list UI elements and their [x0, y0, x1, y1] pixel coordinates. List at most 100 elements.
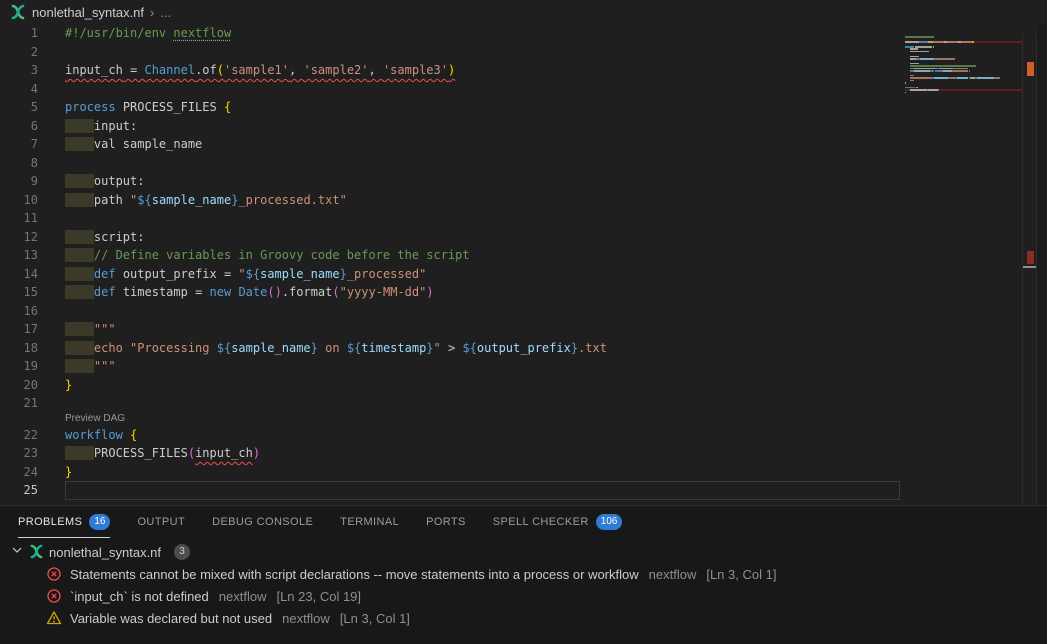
- code-line-18[interactable]: 18 echo "Processing ${sample_name} on ${…: [0, 339, 1047, 358]
- code-line-23[interactable]: 23 PROCESS_FILES(input_ch): [0, 444, 1047, 463]
- code-line-3[interactable]: 3input_ch = Channel.of('sample1', 'sampl…: [0, 61, 1047, 80]
- breadcrumb-ellipsis[interactable]: ...: [160, 5, 171, 20]
- line-number: 10: [0, 191, 38, 210]
- code-token: (: [217, 63, 224, 77]
- code-token: ${: [246, 267, 260, 281]
- code-content[interactable]: echo "Processing ${sample_name} on ${tim…: [65, 339, 607, 358]
- code-line-21[interactable]: 21: [0, 394, 1047, 413]
- tab-problems[interactable]: PROBLEMS16: [18, 506, 110, 538]
- tab-debug-console[interactable]: DEBUG CONSOLE: [212, 506, 313, 538]
- problem-message: `input_ch` is not defined: [70, 589, 209, 604]
- nextflow-icon: [29, 544, 44, 559]
- code-token: (: [188, 446, 195, 460]
- code-content[interactable]: val sample_name: [65, 135, 202, 154]
- code-token: ": [434, 341, 441, 355]
- code-line-14[interactable]: 14 def output_prefix = "${sample_name}_p…: [0, 265, 1047, 284]
- code-content[interactable]: """: [65, 320, 116, 339]
- code-token: ): [426, 285, 433, 299]
- code-content[interactable]: // Define variables in Groovy code befor…: [65, 246, 470, 265]
- code-line-24[interactable]: 24}: [0, 463, 1047, 482]
- code-token: of: [202, 63, 216, 77]
- code-content[interactable]: }: [65, 376, 72, 395]
- code-content[interactable]: """: [65, 357, 116, 376]
- code-content[interactable]: path "${sample_name}_processed.txt": [65, 191, 347, 210]
- code-line-16[interactable]: 16: [0, 302, 1047, 321]
- code-token: ${: [217, 341, 231, 355]
- code-line-17[interactable]: 17 """: [0, 320, 1047, 339]
- code-content[interactable]: input:: [65, 117, 137, 136]
- code-token: (: [267, 285, 274, 299]
- tab-terminal[interactable]: TERMINAL: [340, 506, 399, 538]
- file-label: nonlethal_syntax.nf: [49, 545, 161, 560]
- code-token: _processed.txt": [238, 193, 346, 207]
- overview-ruler[interactable]: [1023, 24, 1037, 505]
- code-line-7[interactable]: 7 val sample_name: [0, 135, 1047, 154]
- code-line-15[interactable]: 15 def timestamp = new Date().format("yy…: [0, 283, 1047, 302]
- code-token: "yyyy-MM-dd": [340, 285, 427, 299]
- tab-badge: 106: [596, 514, 623, 530]
- code-line-1[interactable]: 1 #!/usr/bin/env nextflow: [0, 24, 1047, 43]
- code-token: _processed": [347, 267, 426, 281]
- code-content[interactable]: def timestamp = new Date().format("yyyy-…: [65, 283, 434, 302]
- code-token: }: [340, 267, 347, 281]
- code-content[interactable]: script:: [65, 228, 144, 247]
- code-token: def: [94, 267, 116, 281]
- indent-guide-block: [65, 137, 94, 151]
- codelens-row: Preview DAG: [0, 413, 1047, 426]
- problem-source: nextflow: [649, 567, 697, 582]
- tab-spell-checker[interactable]: SPELL CHECKER 106: [493, 506, 623, 538]
- code-line-10[interactable]: 10 path "${sample_name}_processed.txt": [0, 191, 1047, 210]
- code-line-19[interactable]: 19 """: [0, 357, 1047, 376]
- code-line-2[interactable]: 2: [0, 43, 1047, 62]
- line-number: 9: [0, 172, 38, 191]
- code-content[interactable]: output:: [65, 172, 144, 191]
- code-line-8[interactable]: 8: [0, 154, 1047, 173]
- code-token: input:: [94, 119, 137, 133]
- code-line-20[interactable]: 20}: [0, 376, 1047, 395]
- code-content[interactable]: def output_prefix = "${sample_name}_proc…: [65, 265, 426, 284]
- code-line-9[interactable]: 9 output:: [0, 172, 1047, 191]
- code-line-22[interactable]: 22workflow {: [0, 426, 1047, 445]
- code-token: PROCESS_FILES: [123, 100, 217, 114]
- indent-guide-block: [65, 322, 94, 336]
- problem-location: [Ln 23, Col 19]: [276, 589, 361, 604]
- code-line-25[interactable]: 25: [0, 481, 1047, 500]
- code-content[interactable]: #!/usr/bin/env nextflow: [65, 24, 231, 43]
- problem-row[interactable]: Statements cannot be mixed with script d…: [0, 563, 1047, 585]
- tab-label: PORTS: [426, 516, 466, 528]
- chevron-right-icon: ›: [150, 5, 154, 20]
- code-content[interactable]: workflow {: [65, 426, 137, 445]
- breadcrumb-file[interactable]: nonlethal_syntax.nf: [32, 5, 144, 20]
- code-line-13[interactable]: 13 // Define variables in Groovy code be…: [0, 246, 1047, 265]
- line-number: 1: [0, 24, 38, 43]
- tab-output[interactable]: OUTPUT: [137, 506, 185, 538]
- code-line-11[interactable]: 11: [0, 209, 1047, 228]
- editor-edge: [1037, 24, 1047, 505]
- tab-label: SPELL CHECKER: [493, 516, 589, 528]
- ruler-marker: [1023, 266, 1037, 268]
- problem-row[interactable]: Variable was declared but not usednextfl…: [0, 607, 1047, 629]
- minimap[interactable]: [905, 36, 1022, 116]
- tab-ports[interactable]: PORTS: [426, 506, 466, 538]
- code-token: 'sample1': [224, 63, 289, 77]
- code-content[interactable]: }: [65, 463, 72, 482]
- code-token: ${: [137, 193, 151, 207]
- code-line-12[interactable]: 12 script:: [0, 228, 1047, 247]
- code-content[interactable]: input_ch = Channel.of('sample1', 'sample…: [65, 61, 455, 80]
- code-line-6[interactable]: 6 input:: [0, 117, 1047, 136]
- code-token: script:: [94, 230, 145, 244]
- line-number: 7: [0, 135, 38, 154]
- code-token: }: [311, 341, 318, 355]
- code-content[interactable]: PROCESS_FILES(input_ch): [65, 444, 260, 463]
- line-number: 12: [0, 228, 38, 247]
- code-lines[interactable]: 1 #!/usr/bin/env nextflow23input_ch = Cha…: [0, 24, 1047, 500]
- code-content[interactable]: process PROCESS_FILES {: [65, 98, 231, 117]
- line-number: 4: [0, 80, 38, 99]
- codelens-preview-dag-link[interactable]: Preview DAG: [65, 413, 125, 424]
- code-line-4[interactable]: 4: [0, 80, 1047, 99]
- code-line-5[interactable]: 5process PROCESS_FILES {: [0, 98, 1047, 117]
- problems-file-group[interactable]: nonlethal_syntax.nf 3: [0, 541, 1047, 563]
- problem-row[interactable]: `input_ch` is not definednextflow[Ln 23,…: [0, 585, 1047, 607]
- code-token: ): [448, 63, 455, 77]
- chevron-down-icon[interactable]: [10, 543, 24, 562]
